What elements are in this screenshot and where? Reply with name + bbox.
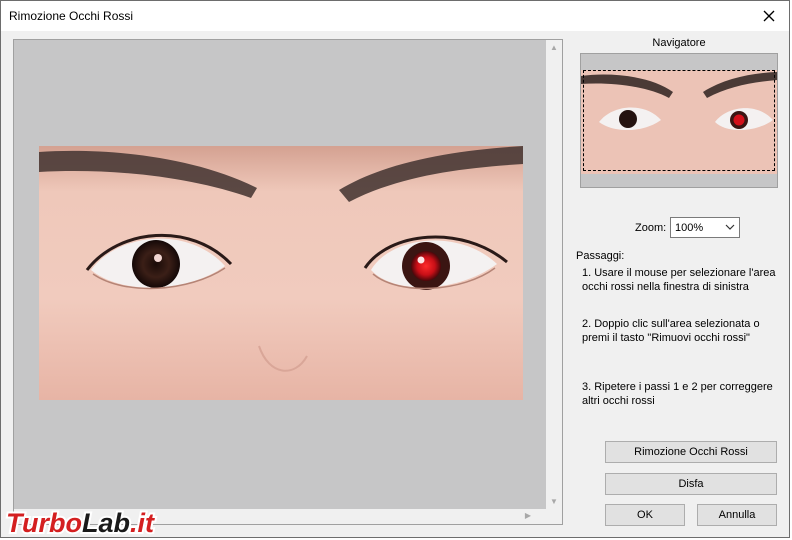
steps-title: Passaggi: xyxy=(576,250,625,262)
scroll-corner xyxy=(546,509,562,524)
turbolab-watermark-logo: TurboLab.it xyxy=(4,506,157,538)
remove-red-eye-button[interactable]: Rimozione Occhi Rossi xyxy=(605,441,777,463)
close-button[interactable] xyxy=(757,5,781,27)
photo-image[interactable] xyxy=(39,146,523,400)
scroll-up-icon[interactable]: ▲ xyxy=(550,44,558,52)
zoom-value: 100% xyxy=(675,222,704,234)
watermark-part-1: Turbo xyxy=(6,508,82,538)
cancel-button[interactable]: Annulla xyxy=(697,504,777,526)
zoom-label: Zoom: xyxy=(635,222,667,234)
navigator-selection[interactable] xyxy=(583,70,775,171)
ok-button[interactable]: OK xyxy=(605,504,685,526)
undo-button[interactable]: Disfa xyxy=(605,473,777,495)
window-title: Rimozione Occhi Rossi xyxy=(9,9,134,23)
navigator-panel[interactable] xyxy=(580,53,778,188)
title-bar: Rimozione Occhi Rossi xyxy=(1,1,789,31)
red-eye-dialog: Rimozione Occhi Rossi ▲ ▼ ▶ Navigatore Z… xyxy=(0,0,790,538)
chevron-down-icon xyxy=(725,224,735,230)
scroll-right-icon[interactable]: ▶ xyxy=(525,512,531,520)
image-viewer[interactable]: ▲ ▼ ▶ xyxy=(13,39,563,525)
step-1-text: 1. Usare il mouse per selezionare l'area… xyxy=(582,267,776,293)
zoom-select[interactable]: 100% xyxy=(670,217,740,238)
scroll-down-icon[interactable]: ▼ xyxy=(550,498,558,506)
step-3-text: 3. Ripetere i passi 1 e 2 per correggere… xyxy=(582,381,773,407)
watermark-part-2: Lab xyxy=(82,508,130,538)
svg-text:TurboLab.it: TurboLab.it xyxy=(6,508,155,538)
step-2-text: 2. Doppio clic sull'area selezionata o p… xyxy=(582,318,760,344)
close-icon xyxy=(763,10,775,22)
vertical-scrollbar[interactable]: ▲ ▼ xyxy=(546,40,562,510)
navigator-title: Navigatore xyxy=(652,37,706,49)
watermark-part-3: .it xyxy=(130,508,155,538)
